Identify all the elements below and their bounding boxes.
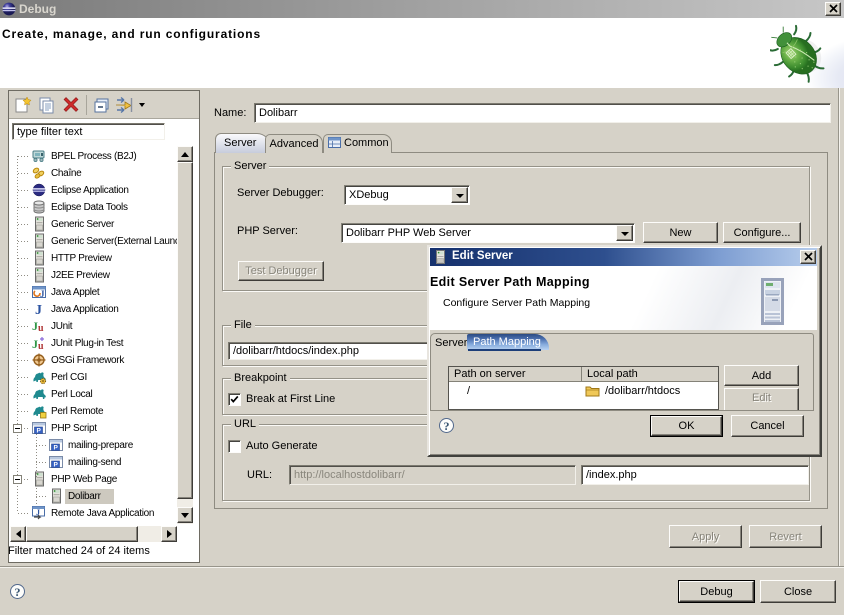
svg-text:u: u [38, 341, 44, 351]
svg-text:P: P [54, 462, 59, 469]
svg-text:u: u [38, 323, 44, 334]
svg-text:J: J [35, 303, 42, 317]
svg-text:P: P [54, 445, 59, 452]
svg-text:J: J [40, 289, 45, 299]
svg-text:P: P [37, 428, 42, 435]
